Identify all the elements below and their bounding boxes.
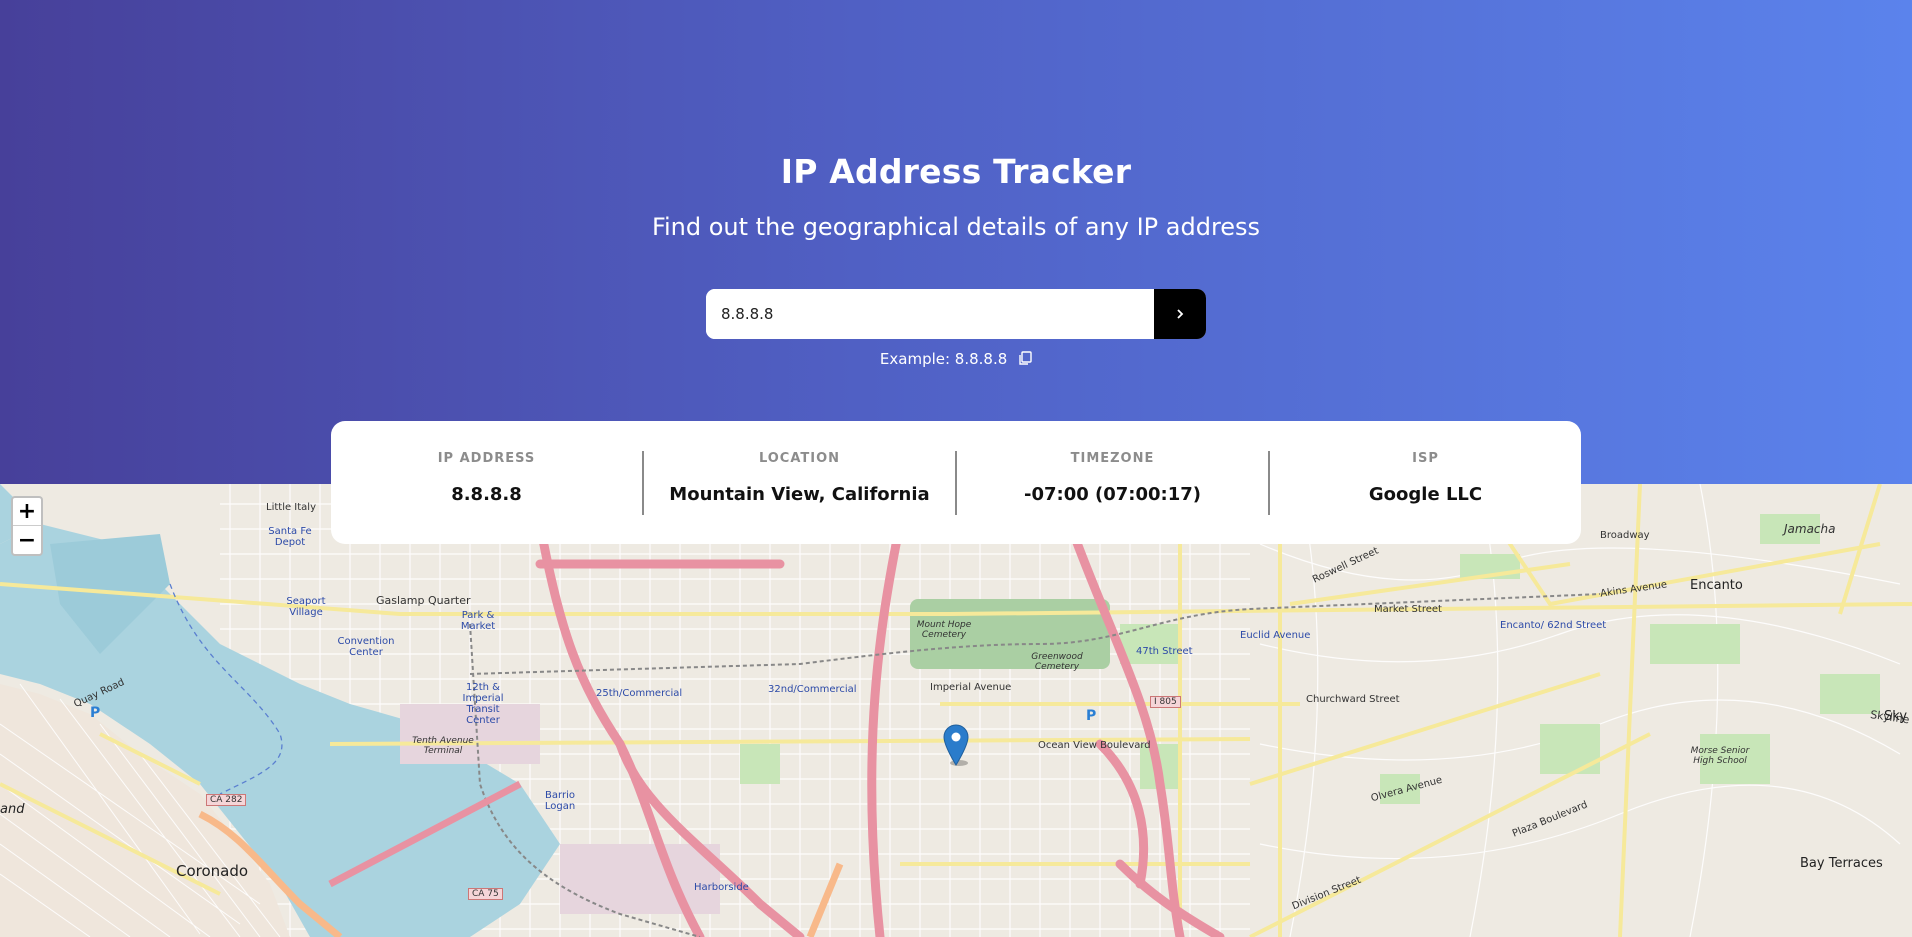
ip-info-card: IP ADDRESS 8.8.8.8 LOCATION Mountain Vie…: [331, 421, 1581, 544]
map-label-sky: Sky: [1884, 709, 1908, 724]
timezone-section: TIMEZONE -07:00 (07:00:17): [955, 451, 1268, 515]
map-label-santa-fe: Santa Fe Depot: [268, 526, 312, 548]
isp-section: ISP Google LLC: [1268, 451, 1581, 515]
zoom-out-button[interactable]: −: [13, 526, 41, 554]
map-label-ocean-view: Ocean View Boulevard: [1038, 740, 1151, 751]
map-label-seaport: Seaport Village: [286, 596, 326, 618]
map-label-park-market: Park & Market: [460, 610, 496, 632]
map-label-convention: Convention Center: [337, 636, 395, 658]
map-label-broadway: Broadway: [1600, 530, 1650, 541]
page-title: IP Address Tracker: [780, 152, 1132, 191]
map-view[interactable]: P P Coronado Encanto Bay Terraces Jamach…: [0, 484, 1912, 937]
map-label-jamacha: Jamacha: [1784, 522, 1836, 536]
example-hint: Example: 8.8.8.8: [0, 350, 1912, 370]
map-label-coronado: Coronado: [176, 862, 249, 880]
location-value: Mountain View, California: [669, 484, 930, 505]
ip-search-form: [706, 289, 1206, 339]
chevron-right-icon: [1177, 309, 1184, 319]
timezone-label: TIMEZONE: [1070, 451, 1155, 466]
ip-address-label: IP ADDRESS: [437, 451, 536, 466]
location-section: LOCATION Mountain View, California: [642, 451, 955, 515]
location-marker-icon[interactable]: [943, 724, 969, 770]
map-label-barrio-logan: Barrio Logan: [544, 790, 576, 812]
zoom-in-button[interactable]: +: [13, 498, 41, 526]
map-label-encanto-62nd: Encanto/ 62nd Street: [1500, 620, 1607, 631]
page-subtitle: Find out the geographical details of any…: [651, 213, 1261, 241]
svg-text:P: P: [1086, 708, 1096, 724]
isp-value: Google LLC: [1368, 484, 1483, 505]
map-label-i805: I 805: [1150, 696, 1181, 708]
map-label-market-street: Market Street: [1374, 604, 1442, 615]
map-label-churchward: Churchward Street: [1306, 694, 1400, 705]
map-tiles: P P: [0, 484, 1912, 937]
map-label-imperial-transit: 12th & Imperial Transit Center: [462, 682, 504, 726]
map-label-32nd-commercial: 32nd/Commercial: [768, 684, 857, 695]
svg-text:P: P: [90, 705, 100, 721]
map-label-tenth-ave: Tenth Avenue Terminal: [412, 736, 474, 756]
search-submit-button[interactable]: [1154, 289, 1206, 339]
map-label-ca282: CA 282: [206, 794, 247, 806]
map-label-harborside: Harborside: [694, 882, 749, 893]
map-label-47th: 47th Street: [1136, 646, 1193, 657]
copy-icon[interactable]: [1018, 351, 1032, 370]
map-label-encanto: Encanto: [1690, 578, 1743, 593]
location-label: LOCATION: [758, 451, 841, 466]
map-label-gaslamp: Gaslamp Quarter: [376, 594, 471, 607]
map-label-25th-commercial: 25th/Commercial: [596, 688, 683, 699]
map-label-greenwood: Greenwood Cemetery: [1031, 652, 1083, 672]
ip-address-section: IP ADDRESS 8.8.8.8: [331, 451, 642, 515]
map-label-and: and: [0, 802, 25, 817]
isp-label: ISP: [1412, 451, 1439, 466]
map-label-ca75: CA 75: [468, 888, 503, 900]
ip-search-input[interactable]: [706, 289, 1154, 339]
map-zoom-control: + −: [11, 496, 43, 556]
map-label-mount-hope: Mount Hope Cemetery: [916, 620, 972, 640]
hero-header: [0, 0, 1912, 484]
timezone-value: -07:00 (07:00:17): [1023, 484, 1202, 505]
map-label-euclid: Euclid Avenue: [1240, 630, 1311, 641]
example-text: Example: 8.8.8.8: [879, 350, 1008, 368]
ip-address-value: 8.8.8.8: [451, 484, 522, 505]
map-label-bay-terraces: Bay Terraces: [1800, 856, 1883, 871]
map-label-morse: Morse Senior High School: [1690, 746, 1750, 766]
map-label-little-italy: Little Italy: [266, 502, 316, 513]
map-label-imperial: Imperial Avenue: [930, 682, 1012, 693]
